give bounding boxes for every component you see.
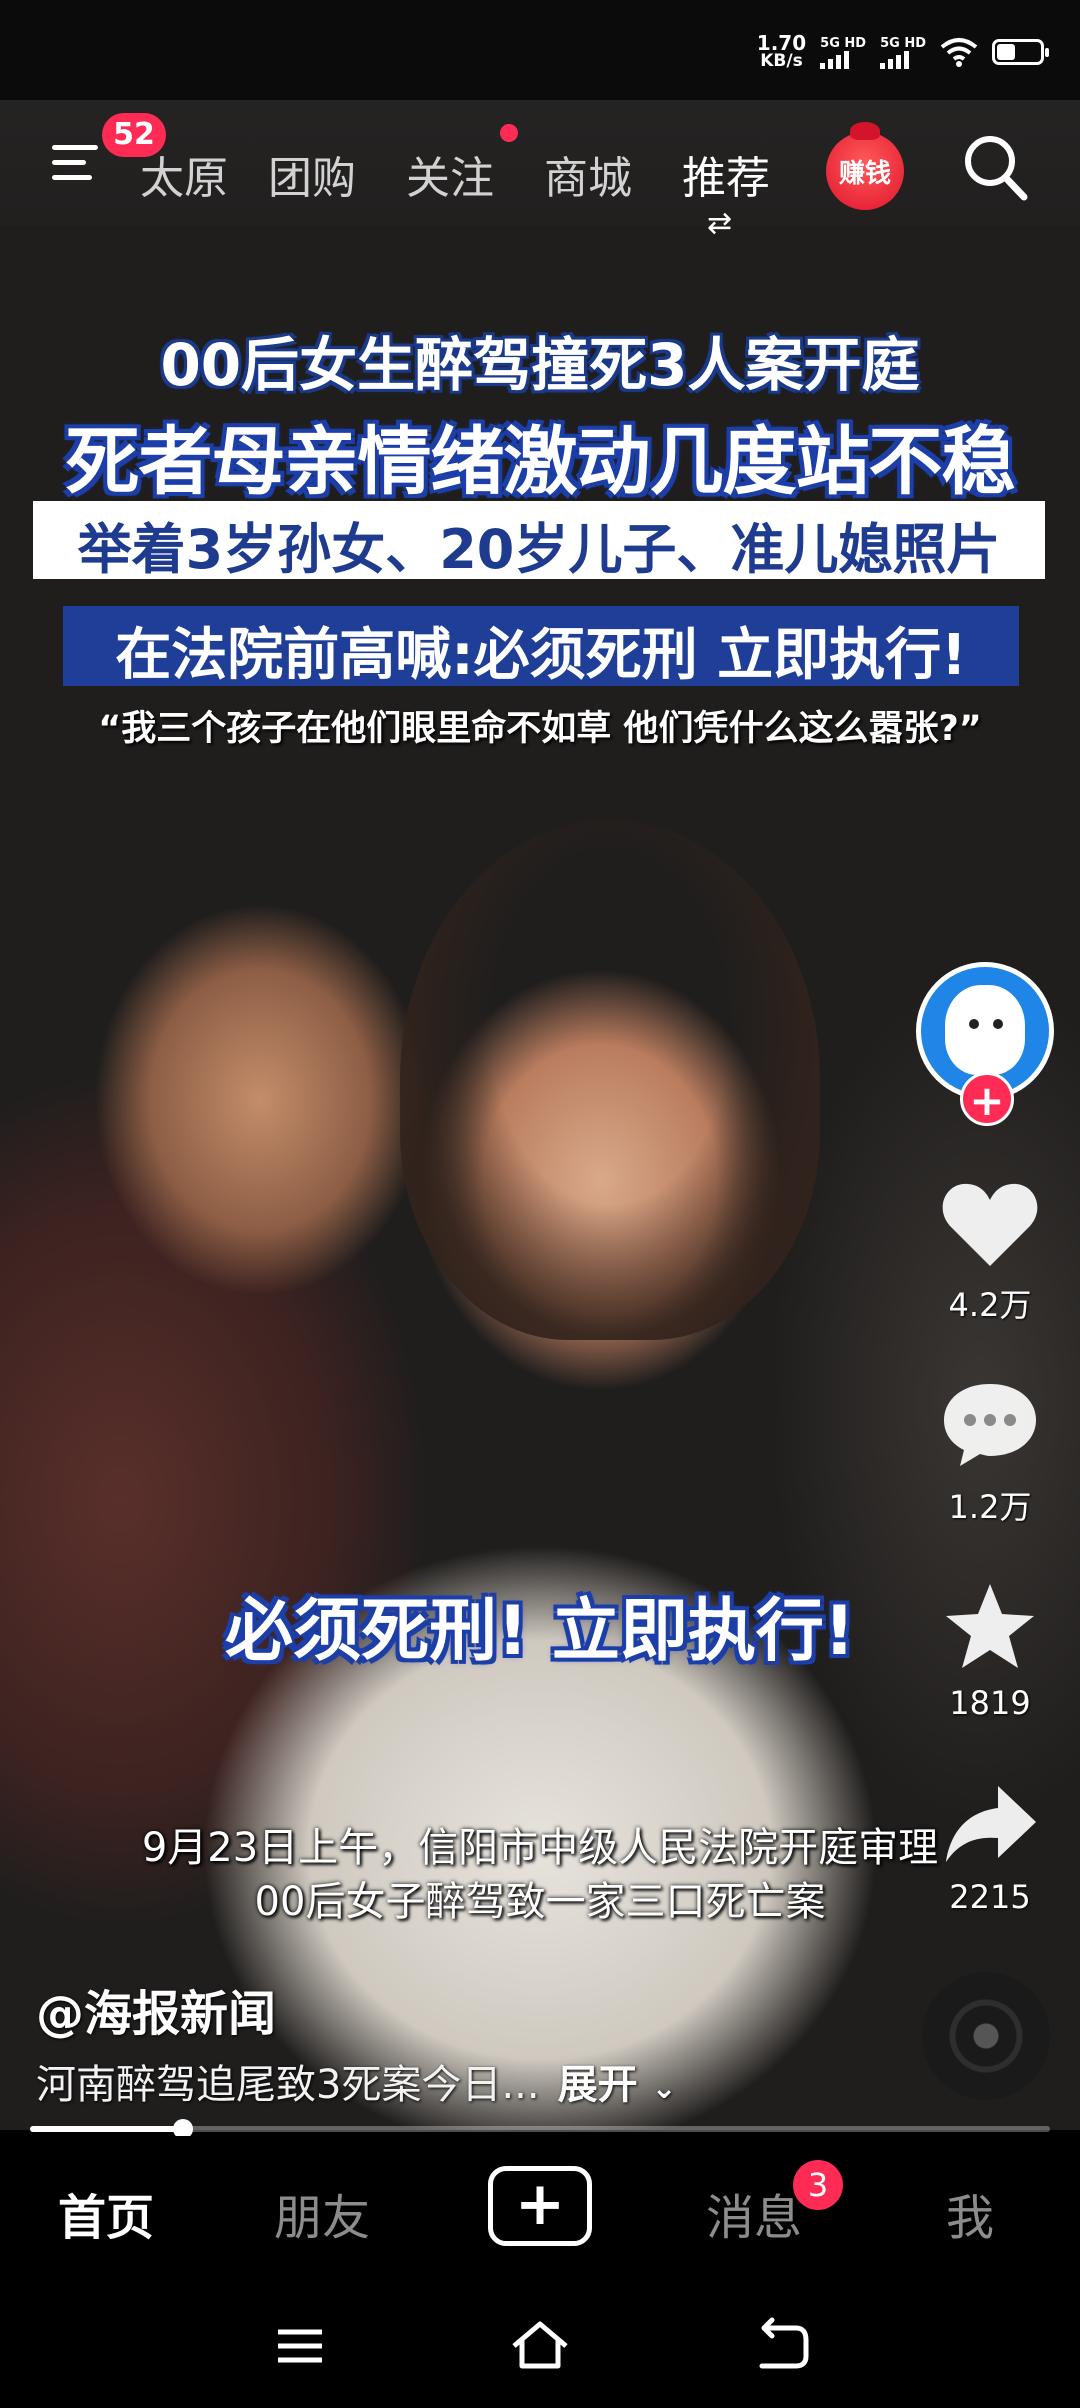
video-subtitle-1: 9月23日上午，信阳市中级人民法院开庭审理: [141, 1825, 939, 1871]
status-bar: 1.70 KB/s 5G HD 5G HD: [0, 0, 1080, 100]
swap-icon: ⇄: [707, 206, 733, 241]
video-headline-3: 举着3岁孙女、20岁儿子、准儿媳照片: [77, 518, 1001, 581]
tab-me[interactable]: 我: [946, 2178, 994, 2248]
video-headline-2: 死者母亲情绪激动几度站不稳: [65, 419, 1016, 505]
video-progress-bar[interactable]: [30, 2119, 1050, 2139]
following-dot: [500, 124, 518, 142]
comment-count: 1.2万: [948, 1488, 1032, 1526]
share-count: 2215: [949, 1878, 1031, 1916]
video-shout-caption: 必须死刑! 立即执行!: [225, 1592, 855, 1671]
network-speed-unit: KB/s: [760, 51, 803, 71]
tab-local[interactable]: 太原: [140, 142, 228, 206]
bottom-tab-bar: 首页 朋友 + 消息 3 我: [0, 2136, 1080, 2284]
tab-home[interactable]: 首页: [58, 2178, 154, 2248]
earn-money-button[interactable]: 赚钱: [826, 122, 904, 210]
tab-group-buy[interactable]: 团购: [268, 142, 356, 206]
video-quote: “我三个孩子在他们眼里命不如草 他们凭什么这么嚣张?”: [98, 709, 982, 749]
tab-mall[interactable]: 商城: [544, 142, 632, 206]
signal-sim1-icon: 5G HD: [820, 36, 866, 69]
back-icon[interactable]: [748, 2314, 812, 2378]
menu-icon[interactable]: [52, 145, 98, 185]
video-description[interactable]: 河南醉驾追尾致3死案今日... 展开 ⌄: [36, 2052, 677, 2110]
recent-apps-icon[interactable]: [268, 2314, 332, 2378]
video-subtitle-2: 00后女子醉驾致一家三口死亡案: [254, 1879, 826, 1925]
home-icon[interactable]: [508, 2314, 572, 2378]
like-heart-icon[interactable]: [940, 1178, 1040, 1270]
description-text: 河南醉驾追尾致3死案今日...: [36, 2062, 540, 2108]
share-arrow-icon[interactable]: [940, 1778, 1040, 1870]
favorite-count: 1819: [949, 1684, 1031, 1722]
video-headline-1: 00后女生醉驾撞死3人案开庭: [160, 331, 920, 399]
tab-messages[interactable]: 消息: [706, 2178, 802, 2248]
like-count: 4.2万: [948, 1286, 1032, 1324]
messages-badge: 3: [793, 2160, 843, 2210]
wifi-icon: [940, 38, 978, 67]
create-post-button[interactable]: +: [488, 2166, 592, 2246]
tab-following[interactable]: 关注: [406, 142, 494, 206]
video-headline-4: 在法院前高喊:必须死刑 立即执行!: [115, 623, 967, 688]
network-speed: 1.70 KB/s: [756, 31, 807, 71]
favorite-star-icon[interactable]: [940, 1580, 1040, 1672]
system-nav-bar: [0, 2284, 1080, 2408]
earn-label: 赚钱: [838, 158, 891, 189]
plus-icon: +: [514, 2169, 566, 2239]
expand-button[interactable]: 展开 ⌄: [558, 2062, 677, 2108]
signal-sim2-icon: 5G HD: [880, 36, 926, 69]
comment-icon[interactable]: [940, 1378, 1040, 1470]
network-speed-value: 1.70: [756, 31, 807, 55]
author-name[interactable]: @海报新闻: [36, 1974, 276, 2044]
tab-recommend[interactable]: 推荐: [682, 142, 770, 206]
music-disc-icon[interactable]: [922, 1972, 1050, 2100]
follow-button[interactable]: +: [960, 1072, 1014, 1126]
tab-friends[interactable]: 朋友: [274, 2178, 370, 2248]
search-icon[interactable]: [962, 133, 1028, 203]
chevron-down-icon: ⌄: [651, 2071, 677, 2106]
status-icons: 1.70 KB/s 5G HD 5G HD: [756, 31, 1049, 71]
battery-icon: [992, 39, 1049, 65]
